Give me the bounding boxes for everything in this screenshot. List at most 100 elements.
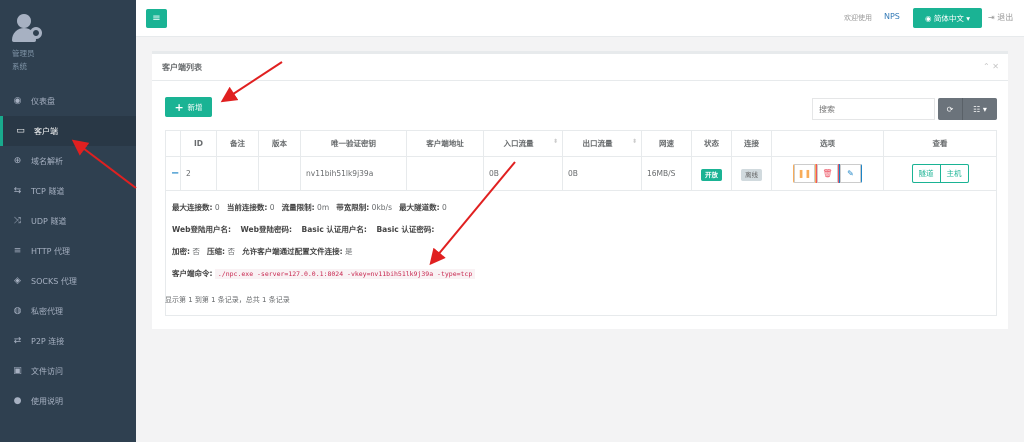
cell-status: 开放 — [691, 156, 732, 191]
globe-icon: ⊕ — [13, 156, 22, 166]
col-address[interactable]: 客户端地址 — [406, 130, 484, 157]
cell-connection: 离线 — [731, 156, 772, 191]
col-id[interactable]: ID — [180, 130, 217, 157]
cell-id: 2 — [180, 156, 217, 191]
detail-line-auth: Web登陆用户名: Web登陆密码: Basic 认证用户名: Basic 认证… — [172, 225, 435, 234]
sidebar-item-label: 使用说明 — [31, 396, 63, 406]
col-expand — [165, 130, 181, 157]
status-badge: 开放 — [701, 168, 722, 181]
cell-view: 隧道 主机 — [883, 156, 997, 191]
client-list-panel: 客户端列表 ⌃ ✕ + 新增 ⟳ ☷ ▾ ID 备注 版本 唯一验证密钥 客户端… — [152, 51, 1008, 329]
expand-toggle[interactable]: − — [165, 156, 181, 191]
client-command[interactable]: ./npc.exe -server=127.0.0.1:8024 -vkey=n… — [214, 269, 476, 279]
sidebar-item-5[interactable]: ≡ HTTP 代理 — [0, 236, 136, 266]
sidebar-item-3[interactable]: ⇆ TCP 隧道 — [0, 176, 136, 206]
delete-button[interactable]: 🗑 — [816, 164, 839, 183]
col-outflow[interactable]: 出口流量 ⬍ — [562, 130, 642, 157]
detail-line-command: 客户端命令: ./npc.exe -server=127.0.0.1:8024 … — [172, 263, 990, 285]
sort-icon: ⬍ — [631, 138, 637, 145]
edit-button[interactable]: ✎ — [839, 164, 862, 183]
layers-icon: ◈ — [14, 276, 21, 286]
detail-line-options: 加密: 否 压缩: 否 允许客户端通过配置文件连接: 是 — [172, 247, 353, 256]
refresh-button[interactable]: ⟳ — [938, 98, 963, 120]
col-inflow[interactable]: 入口流量 ⬍ — [483, 130, 563, 157]
cell-inflow: 0B — [483, 156, 563, 191]
cell-vkey: nv11bih51lk9j39a — [300, 156, 407, 191]
table-row: − 2 nv11bih51lk9j39a 0B 0B 16MB/S 开放 离线 … — [165, 156, 997, 191]
col-remark[interactable]: 备注 — [216, 130, 259, 157]
view-tunnel-button[interactable]: 隧道 — [911, 164, 941, 183]
cell-speed: 16MB/S — [641, 156, 692, 191]
dashboard-icon: ◉ — [13, 96, 22, 106]
lightbulb-icon: ● — [13, 396, 22, 406]
profile-name: 管理员 — [12, 49, 35, 58]
sidebar-item-label: TCP 隧道 — [31, 186, 65, 196]
sidebar-item-label: SOCKS 代理 — [31, 276, 77, 286]
sidebar-item-label: 客户端 — [34, 126, 58, 136]
menu-toggle-button[interactable]: ≡ — [146, 9, 167, 28]
edit-icon: ✎ — [840, 164, 861, 183]
col-status[interactable]: 状态 — [691, 130, 732, 157]
col-vkey[interactable]: 唯一验证密钥 — [300, 130, 407, 157]
columns-icon: ☷ ▾ — [973, 104, 987, 114]
sign-out-icon: ⇥ — [988, 13, 998, 22]
caret-down-icon: ▾ — [963, 13, 971, 23]
panel-title: 客户端列表 — [152, 54, 1008, 81]
panel-tools[interactable]: ⌃ ✕ — [983, 62, 999, 71]
add-client-button[interactable]: + 新增 — [165, 97, 212, 117]
col-connection[interactable]: 连接 — [731, 130, 772, 157]
detail-row: 最大连接数: 0 当前连接数: 0 流量限制: 0m 带宽限制: 0kb/s 最… — [165, 190, 997, 316]
sidebar-item-1[interactable]: ▭ 客户端 — [0, 116, 136, 146]
sidebar-item-10[interactable]: ● 使用说明 — [0, 386, 136, 416]
sidebar-item-label: 域名解析 — [31, 156, 63, 166]
sidebar: 管理员 系统 ◉ 仪表盘 ▭ 客户端 ⊕ 域名解析 ⇆ TCP 隧道 ⤨ UDP 隧道 ≡ HTTP … — [0, 0, 136, 442]
language-label: 简体中文 — [933, 13, 964, 23]
admin-avatar-icon — [12, 14, 46, 42]
eye-slash-icon: ◍ — [13, 306, 22, 316]
profile-role: 系统 — [12, 62, 27, 71]
sidebar-item-6[interactable]: ◈ SOCKS 代理 — [0, 266, 136, 296]
logout-label: 退出 — [997, 13, 1014, 22]
col-view: 查看 — [883, 130, 997, 157]
table-header-row: ID 备注 版本 唯一验证密钥 客户端地址 入口流量 ⬍ 出口流量 ⬍ 网速 状态 … — [165, 130, 997, 157]
sidebar-item-2[interactable]: ⊕ 域名解析 — [0, 146, 136, 176]
columns-button[interactable]: ☷ ▾ — [963, 98, 997, 120]
col-options: 选项 — [771, 130, 884, 157]
menu-icon: ≡ — [152, 13, 161, 24]
cell-version — [258, 156, 301, 191]
globe-icon: ◉ — [924, 13, 934, 23]
detail-line-limits: 最大连接数: 0 当前连接数: 0 流量限制: 0m 带宽限制: 0kb/s 最… — [172, 203, 447, 212]
app-name-link[interactable]: NPS — [884, 12, 900, 21]
sidebar-item-0[interactable]: ◉ 仪表盘 — [0, 86, 136, 116]
sidebar-item-label: 私密代理 — [31, 306, 63, 316]
retweet-icon: ⇆ — [13, 186, 22, 196]
connection-badge: 离线 — [741, 168, 762, 181]
sidebar-item-7[interactable]: ◍ 私密代理 — [0, 296, 136, 326]
pause-icon: ❚❚ — [794, 164, 815, 183]
pagination-info: 显示第 1 到第 1 条记录，总共 1 条记录 — [165, 296, 290, 304]
col-version[interactable]: 版本 — [258, 130, 301, 157]
cell-remark — [216, 156, 259, 191]
logout-link[interactable]: ⇥ 退出 — [988, 12, 1013, 23]
add-label: 新增 — [187, 102, 203, 112]
pause-button[interactable]: ❚❚ — [793, 164, 816, 183]
welcome-text: 欢迎使用 — [844, 14, 872, 22]
exchange-icon: ⇄ — [13, 336, 22, 346]
random-icon: ⤨ — [13, 216, 22, 226]
sidebar-item-9[interactable]: ▣ 文件访问 — [0, 356, 136, 386]
sidebar-item-4[interactable]: ⤨ UDP 隧道 — [0, 206, 136, 236]
monitor-icon: ▭ — [16, 126, 25, 136]
minus-icon[interactable]: − — [171, 168, 179, 179]
detail-cell: 最大连接数: 0 当前连接数: 0 流量限制: 0m 带宽限制: 0kb/s 最… — [165, 190, 997, 316]
client-table: ID 备注 版本 唯一验证密钥 客户端地址 入口流量 ⬍ 出口流量 ⬍ 网速 状态 … — [165, 130, 997, 316]
col-speed[interactable]: 网速 — [641, 130, 692, 157]
server-icon: ≡ — [13, 246, 22, 256]
cell-outflow: 0B — [562, 156, 642, 191]
search-input[interactable] — [812, 98, 935, 120]
cell-address — [406, 156, 484, 191]
view-host-button[interactable]: 主机 — [940, 164, 969, 183]
cell-options: ❚❚ 🗑 ✎ — [771, 156, 884, 191]
sidebar-item-label: P2P 连接 — [31, 336, 65, 346]
sidebar-item-8[interactable]: ⇄ P2P 连接 — [0, 326, 136, 356]
language-dropdown[interactable]: ◉ 简体中文 ▾ — [913, 8, 982, 28]
